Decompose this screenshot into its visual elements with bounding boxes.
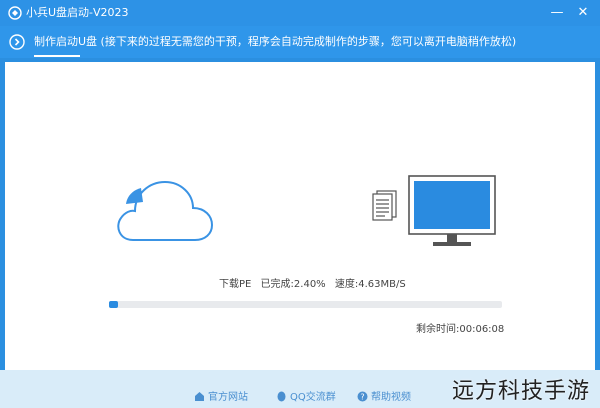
cloud-icon xyxy=(117,180,214,241)
remaining-time: 剩余时间:00:06:08 xyxy=(416,324,505,335)
window-title: 小兵U盘启动-V2023 xyxy=(26,6,129,19)
qq-icon xyxy=(277,391,286,402)
completed-label: 已完成:2.40% xyxy=(260,279,326,290)
info-icon xyxy=(9,34,25,50)
main-panel: 下载PE 已完成:2.40% 速度:4.63MB/S 剩余时间:00:06:08 xyxy=(5,62,595,370)
step-label: 下载PE xyxy=(219,279,252,290)
progress-bar xyxy=(109,301,502,308)
footer-link-label: QQ交流群 xyxy=(290,392,336,403)
footer-link-qq-group[interactable]: QQ交流群 xyxy=(276,388,336,403)
close-button[interactable]: ✕ xyxy=(574,4,592,22)
monitor-icon xyxy=(408,175,496,246)
home-icon xyxy=(195,392,204,401)
progress-fill xyxy=(109,301,119,308)
title-bar: 小兵U盘启动-V2023 — ✕ xyxy=(0,0,600,26)
speed-label: 速度:4.63MB/S xyxy=(334,279,406,290)
footer-link-website[interactable]: 官方网站 xyxy=(194,388,248,403)
notice-underline xyxy=(34,55,80,57)
svg-text:?: ? xyxy=(360,393,364,402)
help-icon: ? xyxy=(357,391,368,402)
progress-status: 下载PE 已完成:2.40% 速度:4.63MB/S xyxy=(219,275,412,290)
document-icon xyxy=(372,190,397,221)
app-logo-icon xyxy=(8,6,22,20)
minimize-button[interactable]: — xyxy=(548,4,566,22)
footer-link-label: 帮助视频 xyxy=(371,392,411,403)
footer-link-label: 官方网站 xyxy=(208,392,248,403)
footer-link-help-video[interactable]: ? 帮助视频 xyxy=(357,388,411,403)
watermark-text: 远方科技手游 xyxy=(452,379,591,404)
notice-text: 制作启动U盘 (接下来的过程无需您的干预，程序会自动完成制作的步骤，您可以离开电… xyxy=(34,35,517,48)
notice-bar: 制作启动U盘 (接下来的过程无需您的干预，程序会自动完成制作的步骤，您可以离开电… xyxy=(0,26,600,58)
